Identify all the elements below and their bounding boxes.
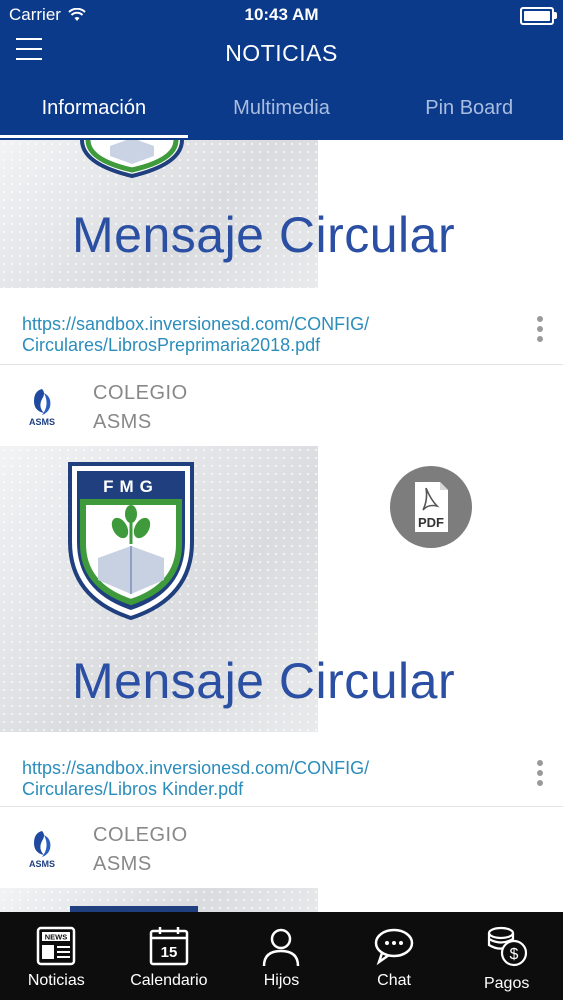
svg-text:PDF: PDF	[418, 515, 444, 530]
pdf-icon[interactable]: PDF	[390, 466, 472, 548]
status-bar: Carrier 10:43 AM	[0, 0, 563, 30]
post-link-row: https://sandbox.inversionesd.com/CONFIG/…	[0, 288, 563, 365]
post-author-row: ASMS COLEGIO ASMS	[0, 807, 563, 888]
tab-multimedia[interactable]: Multimedia	[188, 88, 376, 140]
coins-dollar-icon: $	[487, 926, 527, 967]
author-name: COLEGIO ASMS	[93, 824, 188, 875]
svg-text:NEWS: NEWS	[45, 933, 68, 942]
more-options-icon[interactable]	[537, 316, 545, 346]
person-icon	[263, 928, 300, 967]
school-crest-icon: FMG	[68, 462, 194, 620]
svg-text:15: 15	[161, 944, 178, 961]
post-link[interactable]: https://sandbox.inversionesd.com/CONFIG/…	[22, 758, 502, 800]
tabbar-pagos[interactable]: $ Pagos	[450, 912, 563, 1000]
more-options-icon[interactable]	[537, 760, 545, 790]
post-headline: Mensaje Circular	[72, 653, 456, 709]
tabbar-chat[interactable]: Chat	[338, 912, 451, 1000]
tab-bar-top: Información Multimedia Pin Board	[0, 88, 563, 140]
chat-bubble-icon	[374, 928, 414, 966]
battery-icon	[520, 7, 557, 25]
post-image[interactable]	[0, 888, 563, 912]
svg-text:ASMS: ASMS	[29, 859, 55, 869]
school-logo-icon: ASMS	[29, 831, 55, 869]
post-link[interactable]: https://sandbox.inversionesd.com/CONFIG/…	[22, 314, 502, 356]
school-logo-icon: ASMS	[29, 389, 55, 427]
tabbar-label: Noticias	[27, 972, 85, 989]
post-headline: Mensaje Circular	[72, 207, 456, 263]
tabbar-hijos[interactable]: Hijos	[225, 912, 338, 1000]
svg-text:ASMS: ASMS	[29, 417, 55, 427]
news-feed[interactable]: Mensaje Circular https://sandbox.inversi…	[0, 140, 563, 912]
post-image[interactable]: Mensaje Circular	[0, 140, 563, 288]
tabbar-label: Pagos	[483, 975, 530, 992]
author-name: COLEGIO ASMS	[93, 382, 188, 433]
tabbar-label: Chat	[377, 972, 411, 989]
svg-text:FMG: FMG	[103, 477, 159, 496]
app-header: Carrier 10:43 AM NOTICIAS Información Mu…	[0, 0, 563, 140]
tabbar-noticias[interactable]: NEWS Noticias	[0, 912, 113, 1000]
svg-text:$: $	[509, 946, 518, 963]
tabbar-calendario[interactable]: 15 Calendario	[113, 912, 226, 1000]
tab-pin-board[interactable]: Pin Board	[375, 88, 563, 140]
tab-informacion[interactable]: Información	[0, 88, 188, 140]
tabbar-label: Calendario	[130, 972, 208, 989]
post-author-row: ASMS COLEGIO ASMS	[0, 365, 563, 446]
tabbar-label: Hijos	[263, 972, 300, 989]
page-title: NOTICIAS	[225, 40, 338, 66]
status-time: 10:43 AM	[244, 5, 319, 24]
newspaper-icon: NEWS	[37, 926, 76, 966]
post-link-row: https://sandbox.inversionesd.com/CONFIG/…	[0, 732, 563, 807]
calendar-icon: 15	[149, 927, 189, 966]
bottom-tab-bar: NEWS Noticias 15 Calendario Hijos Chat $…	[0, 912, 563, 1000]
post-image[interactable]: FMG PDF Mensaje Circular	[0, 446, 563, 732]
school-crest-icon	[80, 140, 184, 178]
